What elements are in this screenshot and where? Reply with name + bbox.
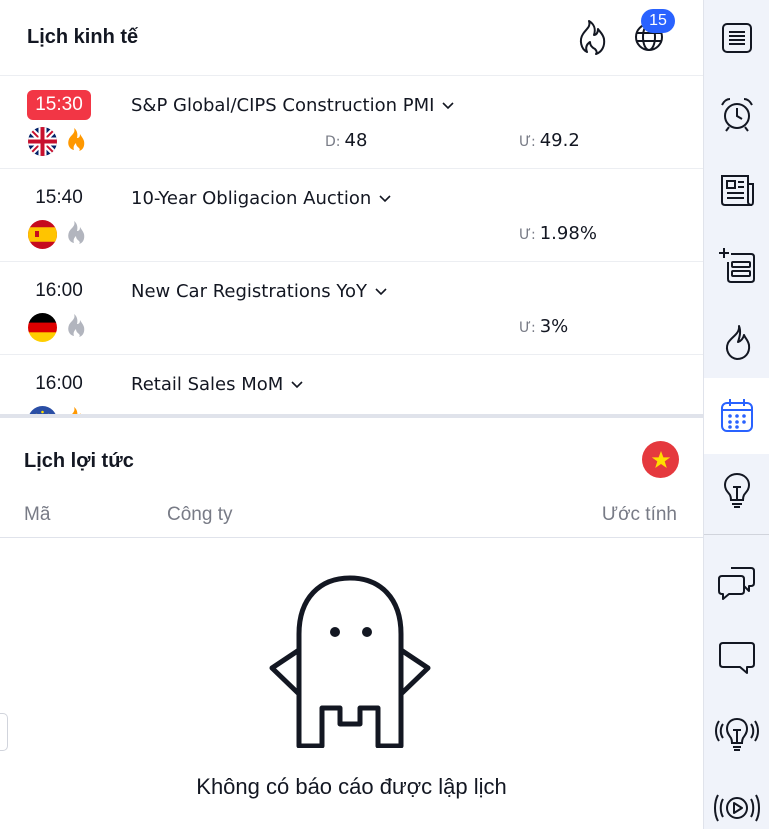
watchlist-icon bbox=[722, 23, 752, 53]
column-symbol[interactable]: Mã bbox=[24, 504, 50, 526]
event-title: New Car Registrations YoY bbox=[131, 281, 387, 302]
sidebar-item-streams[interactable] bbox=[704, 696, 769, 772]
earnings-calendar-panel: Lịch lợi tức Mã Công ty Ước tính Không c… bbox=[0, 422, 703, 829]
forecast-label: Ư: bbox=[519, 320, 536, 336]
event-title-text: New Car Registrations YoY bbox=[131, 281, 367, 302]
forecast-label: Ư: bbox=[519, 227, 536, 243]
earnings-calendar-title: Lịch lợi tức bbox=[24, 450, 134, 472]
sidebar-item-chats[interactable] bbox=[704, 544, 769, 620]
event-title-text: Retail Sales MoM bbox=[131, 374, 284, 395]
fire-icon bbox=[579, 20, 606, 55]
low-importance-fire-icon bbox=[68, 314, 85, 337]
event-row[interactable]: 15:30 S&P Global/CIPS Construction PMI D… bbox=[0, 76, 703, 169]
event-title-text: 10-Year Obligacion Auction bbox=[131, 188, 372, 209]
empty-state-message: Không có báo cáo được lập lịch bbox=[196, 774, 507, 799]
high-importance-fire-icon bbox=[68, 128, 85, 151]
event-title: Retail Sales MoM bbox=[131, 374, 303, 395]
event-forecast: Ư: 3% bbox=[519, 316, 568, 337]
event-forecast: Ư: 1.98% bbox=[519, 223, 597, 244]
importance-filter-button[interactable] bbox=[572, 17, 612, 57]
country-select-button[interactable] bbox=[642, 441, 679, 478]
chevron-down-icon bbox=[379, 195, 391, 203]
sidebar-item-add-list[interactable] bbox=[704, 228, 769, 304]
ideas-lightbulb-icon bbox=[723, 472, 751, 508]
sidebar-item-calendar[interactable] bbox=[704, 378, 769, 454]
sidebar-item-hotlists[interactable] bbox=[704, 304, 769, 380]
economic-calendar-header: Lịch kinh tế 15 bbox=[0, 0, 703, 76]
event-time: 15:40 bbox=[35, 187, 83, 208]
low-importance-fire-icon bbox=[68, 221, 85, 244]
event-forecast: Ư: 49.2 bbox=[519, 130, 580, 151]
sidebar-item-broadcast[interactable] bbox=[704, 770, 769, 829]
event-title-text: S&P Global/CIPS Construction PMI bbox=[131, 95, 435, 116]
column-company[interactable]: Công ty bbox=[167, 504, 232, 526]
right-sidebar bbox=[703, 0, 769, 829]
chevron-down-icon bbox=[442, 102, 455, 110]
forecast-value: 49.2 bbox=[539, 130, 580, 151]
news-icon bbox=[721, 175, 754, 206]
sidebar-item-ideas[interactable] bbox=[704, 452, 769, 528]
chat-icon bbox=[719, 642, 755, 674]
calendar-icon bbox=[721, 399, 753, 432]
eu-flag-icon bbox=[28, 406, 57, 414]
chats-icon bbox=[718, 567, 755, 600]
add-list-icon bbox=[719, 248, 755, 283]
earnings-table-header: Mã Công ty Ước tính bbox=[0, 504, 703, 538]
actual-value: 48 bbox=[344, 130, 368, 151]
panel-collapse-handle[interactable] bbox=[0, 713, 8, 751]
event-time: 15:30 bbox=[27, 90, 91, 120]
event-time: 16:00 bbox=[35, 373, 83, 394]
forecast-label: Ư: bbox=[519, 134, 536, 150]
notification-count-badge: 15 bbox=[641, 9, 675, 33]
sidebar-divider bbox=[704, 534, 769, 535]
event-row[interactable]: 16:00 New Car Registrations YoY Ư: 3% bbox=[0, 262, 703, 355]
sidebar-item-chat[interactable] bbox=[704, 620, 769, 696]
broadcast-play-icon bbox=[714, 794, 760, 822]
sidebar-item-alerts[interactable] bbox=[704, 76, 769, 152]
uk-flag-icon bbox=[28, 127, 57, 156]
high-importance-fire-icon bbox=[72, 407, 81, 414]
main-panel: Lịch kinh tế 15 15:30 S&P Global/CIPS Co… bbox=[0, 0, 703, 829]
sidebar-item-news[interactable] bbox=[704, 152, 769, 228]
column-estimate[interactable]: Ước tính bbox=[602, 504, 677, 526]
event-row[interactable]: 16:00 Retail Sales MoM bbox=[0, 355, 703, 414]
ghost-illustration-icon bbox=[269, 575, 431, 748]
event-time: 16:00 bbox=[35, 280, 83, 301]
chevron-down-icon bbox=[375, 288, 387, 296]
event-title: S&P Global/CIPS Construction PMI bbox=[131, 95, 455, 116]
sidebar-item-watchlist[interactable] bbox=[704, 0, 769, 76]
vietnam-flag-icon bbox=[651, 450, 670, 468]
hotlist-fire-icon bbox=[726, 325, 751, 360]
economic-calendar-title: Lịch kinh tế bbox=[27, 26, 139, 48]
alarm-clock-icon bbox=[721, 98, 753, 132]
event-actual: D: 48 bbox=[325, 130, 367, 151]
actual-label: D: bbox=[325, 134, 341, 150]
chevron-down-icon bbox=[291, 381, 303, 389]
germany-flag-icon bbox=[28, 313, 57, 342]
forecast-value: 1.98% bbox=[539, 223, 597, 244]
forecast-value: 3% bbox=[539, 316, 569, 337]
streams-lightbulb-icon bbox=[715, 717, 759, 751]
event-title: 10-Year Obligacion Auction bbox=[131, 188, 391, 209]
spain-flag-icon bbox=[28, 220, 57, 249]
economic-calendar-panel: Lịch kinh tế 15 15:30 S&P Global/CIPS Co… bbox=[0, 0, 703, 418]
event-row[interactable]: 15:40 10-Year Obligacion Auction Ư: 1.98% bbox=[0, 169, 703, 262]
